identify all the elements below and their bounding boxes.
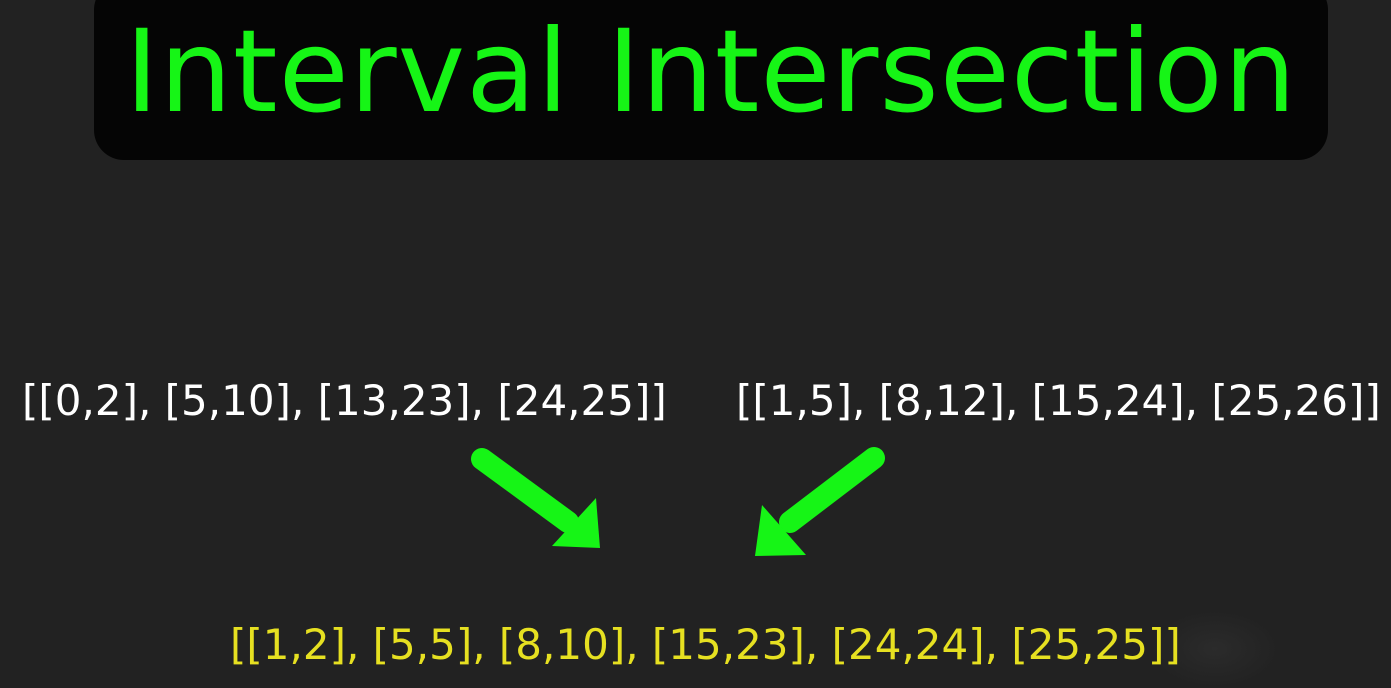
- arrows: [471, 447, 885, 556]
- right-arrow-icon: [755, 447, 885, 556]
- intersection-result-list: [[1,2], [5,5], [8,10], [15,23], [24,24],…: [230, 620, 1181, 669]
- left-arrow-icon: [471, 448, 600, 548]
